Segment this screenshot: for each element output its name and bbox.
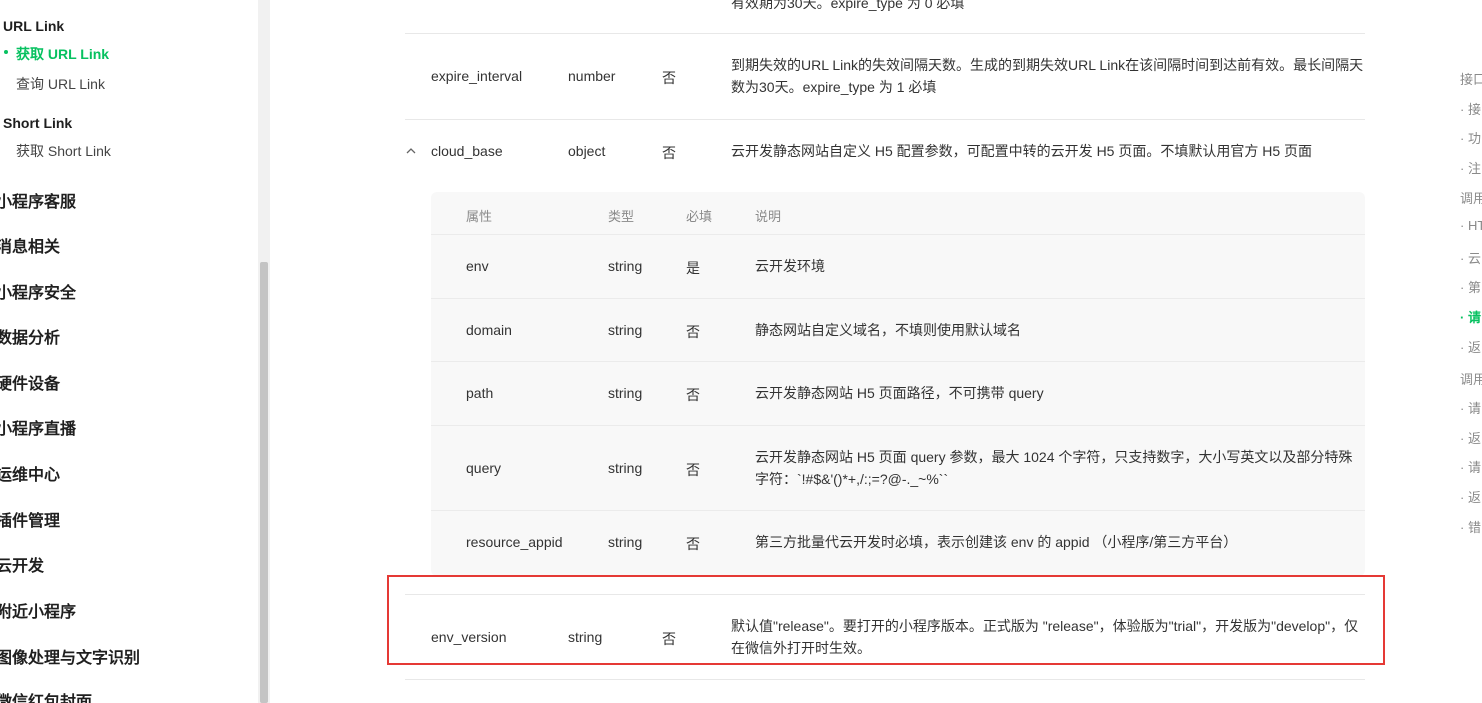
- sub-param-required: 否: [686, 387, 700, 403]
- sidebar-cat-messages[interactable]: 消息相关: [0, 233, 60, 257]
- toc-item[interactable]: · 接: [1460, 99, 1481, 118]
- param-required: 否: [662, 145, 676, 161]
- sidebar-cat-security[interactable]: 小程序安全: [0, 279, 76, 303]
- subtable-divider: [431, 234, 1365, 235]
- sub-param-name: path: [466, 385, 494, 401]
- param-description: 到期失效的URL Link的失效间隔天数。生成的到期失效URL Link在该间隔…: [731, 57, 1364, 95]
- sidebar-cat-customer-service[interactable]: 小程序客服: [0, 188, 76, 212]
- sub-param-type: string: [608, 258, 643, 274]
- sub-param-type: string: [608, 460, 643, 476]
- sidebar-cat-ops[interactable]: 运维中心: [0, 461, 60, 485]
- subtable-header-name: 属性: [466, 209, 493, 224]
- sub-param-description: 云开发静态网站 H5 页面路径，不可携带 query: [755, 385, 1044, 401]
- sub-param-description: 静态网站自定义域名，不填则使用默认域名: [755, 322, 1021, 338]
- sub-param-required: 是: [686, 260, 700, 276]
- toc-item[interactable]: · HT: [1460, 218, 1482, 233]
- toc-item[interactable]: · 第: [1460, 277, 1481, 296]
- sub-param-description: 云开发环境: [755, 258, 825, 274]
- subtable-header-description: 说明: [755, 209, 782, 224]
- param-name[interactable]: cloud_base: [431, 143, 503, 159]
- sidebar-section-short-link[interactable]: Short Link: [3, 115, 72, 131]
- subtable-divider: [431, 425, 1365, 426]
- sidebar-item-get-url-link[interactable]: 获取 URL Link: [16, 44, 109, 64]
- partial-description-top: 有效期为30天。expire_type 为 0 必填: [731, 0, 965, 11]
- sub-param-required: 否: [686, 462, 700, 478]
- toc-item[interactable]: · 返: [1460, 337, 1481, 356]
- toc-item[interactable]: 接口: [1460, 69, 1482, 88]
- sub-param-required: 否: [686, 536, 700, 552]
- param-type: number: [568, 68, 616, 84]
- toc-item-active[interactable]: · 请: [1460, 307, 1481, 326]
- param-name: expire_interval: [431, 68, 523, 84]
- sub-param-type: string: [608, 322, 643, 338]
- row-divider: [405, 33, 1365, 34]
- toc-item[interactable]: · 注: [1460, 158, 1481, 177]
- sub-param-type: string: [608, 385, 643, 401]
- sub-param-name: resource_appid: [466, 534, 563, 550]
- sub-param-name: domain: [466, 322, 512, 338]
- sidebar-cat-nearby[interactable]: 附近小程序: [0, 598, 76, 622]
- sub-param-name: query: [466, 460, 502, 476]
- toc-item[interactable]: · 返: [1460, 487, 1481, 506]
- sidebar-cat-hardware[interactable]: 硬件设备: [0, 370, 60, 394]
- sub-param-description: 第三方批量代云开发时必填，表示创建该 env 的 appid （小程序/第三方平…: [755, 534, 1238, 550]
- sidebar-item-get-short-link[interactable]: 获取 Short Link: [16, 141, 111, 161]
- sidebar-cat-cloud-dev[interactable]: 云开发: [0, 552, 44, 576]
- toc-item[interactable]: · 返: [1460, 428, 1481, 447]
- sidebar-cat-plugins[interactable]: 插件管理: [0, 507, 60, 531]
- sub-param-required: 否: [686, 324, 700, 340]
- subtable-divider: [431, 361, 1365, 362]
- subtable-header-type: 类型: [608, 209, 635, 224]
- highlight-box: [387, 575, 1385, 665]
- subtable-divider: [431, 298, 1365, 299]
- sidebar-item-query-url-link[interactable]: 查询 URL Link: [16, 74, 105, 94]
- toc-item[interactable]: · 请: [1460, 457, 1481, 476]
- toc-item[interactable]: · 错: [1460, 517, 1481, 536]
- sidebar-cat-image-ocr[interactable]: 图像处理与文字识别: [0, 644, 140, 668]
- sidebar-scrollbar-thumb[interactable]: [260, 262, 268, 703]
- toc-item[interactable]: 调用: [1460, 369, 1482, 388]
- sidebar-cat-analytics[interactable]: 数据分析: [0, 324, 60, 348]
- subtable-divider: [431, 510, 1365, 511]
- sidebar-nav: URL Link 获取 URL Link 查询 URL Link Short L…: [0, 0, 262, 703]
- sub-param-name: env: [466, 258, 489, 274]
- sub-param-type: string: [608, 534, 643, 550]
- param-required: 否: [662, 70, 676, 86]
- sidebar-cat-live[interactable]: 小程序直播: [0, 415, 76, 439]
- param-description: 云开发静态网站自定义 H5 配置参数，可配置中转的云开发 H5 页面。不填默认用…: [731, 143, 1313, 159]
- param-type: object: [568, 143, 606, 159]
- sidebar-section-url-link[interactable]: URL Link: [3, 18, 64, 34]
- toc-item[interactable]: · 云: [1460, 248, 1481, 267]
- sidebar-cat-red-packet[interactable]: 微信红包封面: [0, 688, 92, 703]
- active-indicator-dot: [4, 50, 8, 54]
- toc-item[interactable]: · 请: [1460, 398, 1481, 417]
- toc-item[interactable]: 调用: [1460, 188, 1482, 207]
- chevron-up-icon[interactable]: [404, 144, 418, 158]
- subtable-header-required: 必填: [686, 209, 713, 224]
- toc-panel: 接口 · 接 · 功 · 注 调用 · HT · 云 · 第 · 请 · 返 调…: [1440, 0, 1482, 703]
- toc-item[interactable]: · 功: [1460, 128, 1481, 147]
- row-divider: [405, 119, 1365, 120]
- sub-param-description: 云开发静态网站 H5 页面 query 参数，最大 1024 个字符，只支持数字…: [755, 449, 1353, 487]
- row-divider: [405, 679, 1365, 680]
